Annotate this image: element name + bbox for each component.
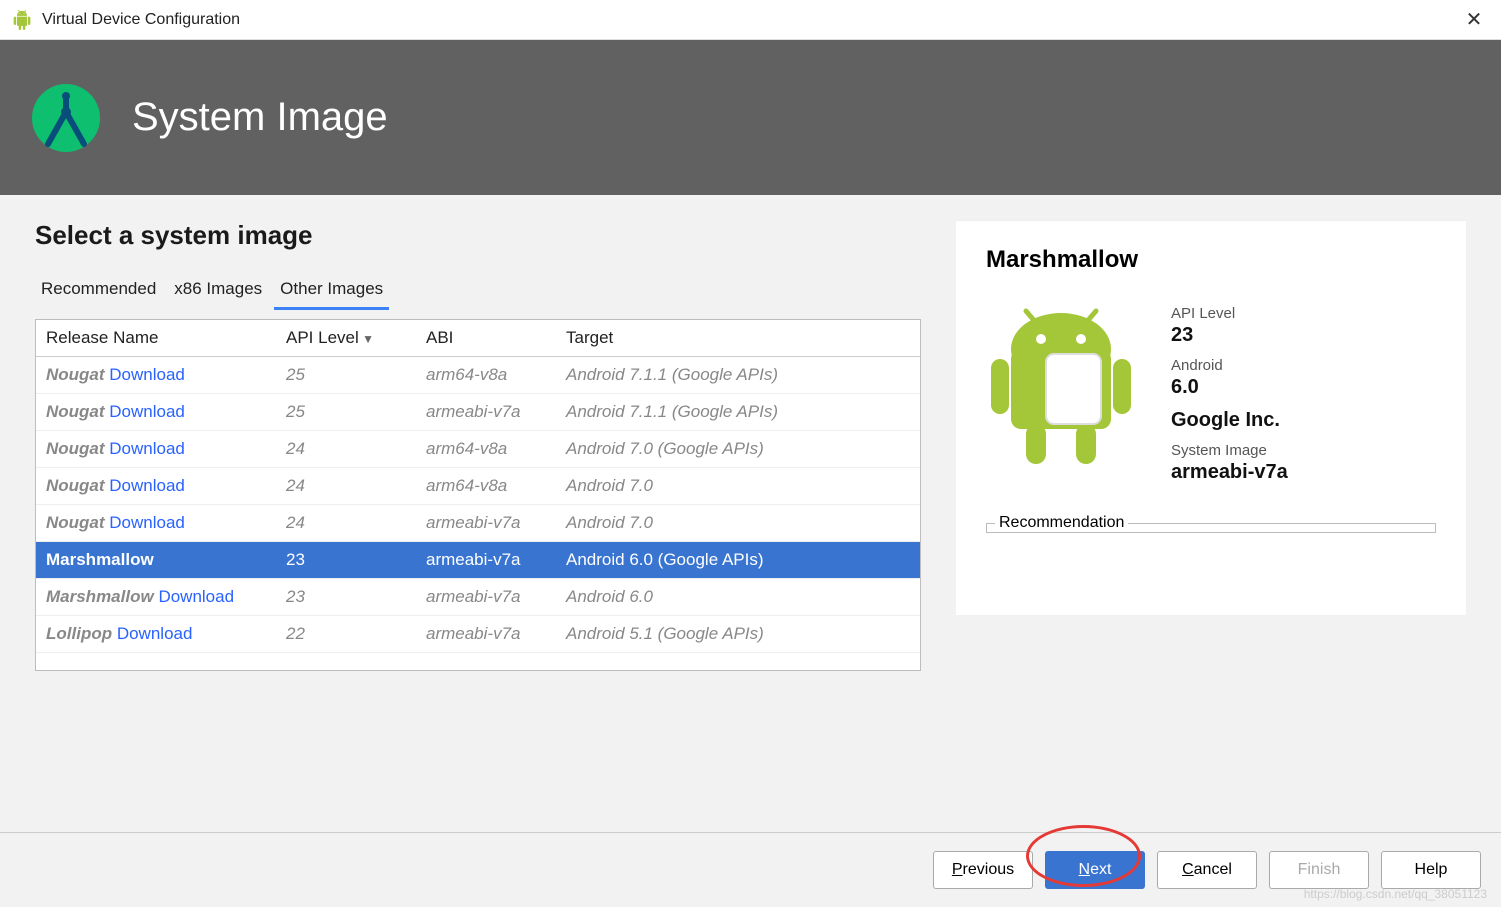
system-image-table[interactable]: Release Name API Level ABI Target Nougat… bbox=[35, 319, 921, 671]
table-row[interactable]: Nougat Download 24arm64-v8aAndroid 7.0 bbox=[36, 468, 920, 505]
cell-abi: arm64-v8a bbox=[416, 431, 556, 468]
system-image-label: System Image bbox=[1171, 442, 1436, 459]
cell-target: Android 7.0 (Google APIs) bbox=[556, 431, 920, 468]
header-banner: System Image bbox=[0, 40, 1501, 195]
table-row[interactable]: Nougat Download 24armeabi-v7aAndroid 7.0 bbox=[36, 505, 920, 542]
release-name: Nougat bbox=[46, 439, 105, 458]
cell-abi: armeabi-v7a bbox=[416, 394, 556, 431]
android-label: Android bbox=[1171, 357, 1436, 374]
table-row[interactable]: Nougat Download 25armeabi-v7aAndroid 7.1.… bbox=[36, 394, 920, 431]
cell-abi: arm64-v8a bbox=[416, 357, 556, 394]
col-target[interactable]: Target bbox=[556, 320, 920, 357]
wizard-footer: Previous Next Cancel Finish Help bbox=[0, 832, 1501, 907]
cell-api: 24 bbox=[276, 431, 416, 468]
col-api-level[interactable]: API Level bbox=[276, 320, 416, 357]
release-name: Nougat bbox=[46, 476, 105, 495]
cell-api: 24 bbox=[276, 505, 416, 542]
release-name: Nougat bbox=[46, 513, 105, 532]
android-mascot-icon bbox=[986, 299, 1151, 479]
window-title: Virtual Device Configuration bbox=[42, 11, 1459, 29]
close-icon[interactable]: ✕ bbox=[1459, 7, 1489, 32]
download-link[interactable]: Download bbox=[109, 365, 185, 384]
cell-abi: armeabi-v7a bbox=[416, 579, 556, 616]
android-studio-logo bbox=[30, 82, 102, 154]
table-row[interactable]: Lollipop Download 22armeabi-v7aAndroid 5.… bbox=[36, 616, 920, 653]
next-button[interactable]: Next bbox=[1045, 851, 1145, 889]
table-row[interactable]: Marshmallow 23armeabi-v7aAndroid 6.0 (Goo… bbox=[36, 542, 920, 579]
finish-button: Finish bbox=[1269, 851, 1369, 889]
download-link[interactable]: Download bbox=[109, 513, 185, 532]
download-link[interactable]: Download bbox=[109, 439, 185, 458]
tab-x86-images[interactable]: x86 Images bbox=[168, 271, 268, 310]
cell-abi: arm64-v8a bbox=[416, 468, 556, 505]
release-name: Lollipop bbox=[46, 624, 112, 643]
col-abi[interactable]: ABI bbox=[416, 320, 556, 357]
api-level-value: 23 bbox=[1171, 324, 1436, 347]
table-row[interactable]: Nougat Download 24arm64-v8aAndroid 7.0 (G… bbox=[36, 431, 920, 468]
cell-api: 25 bbox=[276, 394, 416, 431]
system-image-value: armeabi-v7a bbox=[1171, 461, 1436, 484]
release-name: Marshmallow bbox=[46, 550, 154, 569]
recommendation-box: Recommendation bbox=[986, 514, 1436, 533]
android-version-value: 6.0 bbox=[1171, 376, 1436, 399]
download-link[interactable]: Download bbox=[117, 624, 193, 643]
cell-api: 22 bbox=[276, 616, 416, 653]
banner-title: System Image bbox=[132, 95, 388, 140]
recommendation-label: Recommendation bbox=[995, 514, 1128, 532]
cell-target: Android 7.0 bbox=[556, 505, 920, 542]
vendor-value: Google Inc. bbox=[1171, 409, 1436, 432]
help-button[interactable]: Help bbox=[1381, 851, 1481, 889]
cell-abi: armeabi-v7a bbox=[416, 542, 556, 579]
detail-panel: Marshmallow API Level bbox=[956, 220, 1466, 615]
col-release-name[interactable]: Release Name bbox=[36, 320, 276, 357]
previous-button[interactable]: Previous bbox=[933, 851, 1033, 889]
tab-recommended[interactable]: Recommended bbox=[35, 271, 162, 310]
cell-api: 23 bbox=[276, 579, 416, 616]
cell-api: 25 bbox=[276, 357, 416, 394]
cell-abi: armeabi-v7a bbox=[416, 616, 556, 653]
cell-api: 24 bbox=[276, 468, 416, 505]
android-studio-icon bbox=[12, 10, 32, 30]
api-level-label: API Level bbox=[1171, 305, 1436, 322]
release-name: Marshmallow bbox=[46, 587, 154, 606]
download-link[interactable]: Download bbox=[109, 402, 185, 421]
cancel-button[interactable]: Cancel bbox=[1157, 851, 1257, 889]
page-heading: Select a system image bbox=[35, 220, 921, 251]
table-row[interactable]: Nougat Download 25arm64-v8aAndroid 7.1.1 … bbox=[36, 357, 920, 394]
detail-title: Marshmallow bbox=[986, 246, 1436, 274]
cell-target: Android 7.1.1 (Google APIs) bbox=[556, 394, 920, 431]
release-name: Nougat bbox=[46, 365, 105, 384]
download-link[interactable]: Download bbox=[109, 476, 185, 495]
download-link[interactable]: Download bbox=[158, 587, 234, 606]
cell-target: Android 7.0 bbox=[556, 468, 920, 505]
tabs: Recommended x86 Images Other Images bbox=[35, 271, 921, 311]
window-titlebar: Virtual Device Configuration ✕ bbox=[0, 0, 1501, 40]
cell-abi: armeabi-v7a bbox=[416, 505, 556, 542]
cell-target: Android 6.0 bbox=[556, 579, 920, 616]
cell-target: Android 6.0 (Google APIs) bbox=[556, 542, 920, 579]
tab-other-images[interactable]: Other Images bbox=[274, 271, 389, 310]
cell-target: Android 7.1.1 (Google APIs) bbox=[556, 357, 920, 394]
release-name: Nougat bbox=[46, 402, 105, 421]
cell-api: 23 bbox=[276, 542, 416, 579]
cell-target: Android 5.1 (Google APIs) bbox=[556, 616, 920, 653]
table-row[interactable]: Marshmallow Download 23armeabi-v7aAndroid… bbox=[36, 579, 920, 616]
